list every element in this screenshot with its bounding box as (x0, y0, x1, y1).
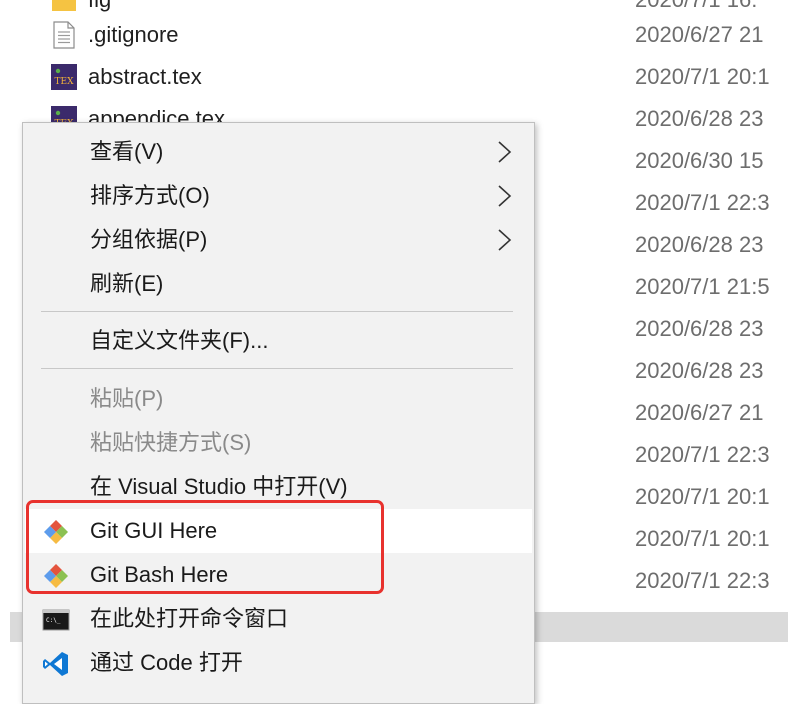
menu-item-group-by[interactable]: 分组依据(P) (25, 218, 532, 262)
menu-item-label: 分组依据(P) (90, 227, 208, 252)
menu-item-paste[interactable]: 粘贴(P) (25, 377, 532, 421)
file-date: 2020/6/28 23 (635, 232, 764, 257)
menu-item-customize-folder[interactable]: 自定义文件夹(F)... (25, 319, 532, 363)
menu-item-label: 刷新(E) (90, 271, 164, 296)
file-date: 2020/7/1 22:3 (635, 190, 770, 215)
text-file-icon (53, 21, 75, 49)
file-date: 2020/7/1 22:3 (635, 568, 770, 593)
menu-item-refresh[interactable]: 刷新(E) (25, 262, 532, 306)
menu-separator (41, 368, 513, 369)
menu-separator (41, 311, 513, 312)
chevron-right-icon (498, 141, 512, 163)
file-date: 2020/7/1 20:1 (635, 526, 770, 551)
svg-text:C:\_: C:\_ (46, 617, 61, 624)
vscode-icon (43, 652, 68, 676)
menu-item-paste-shortcut[interactable]: 粘贴快捷方式(S) (25, 421, 532, 465)
file-name: .gitignore (88, 22, 179, 47)
red-annotation-box (26, 500, 384, 594)
menu-item-label: 查看(V) (90, 139, 164, 164)
file-row-abstract-tex[interactable]: TEX abstract.tex 2020/7/1 20:1 (0, 56, 788, 98)
menu-item-label: 粘贴快捷方式(S) (90, 430, 252, 455)
file-date: 2020/7/1 20:1 (635, 64, 770, 89)
file-date: 2020/7/1 20:1 (635, 484, 770, 509)
file-date: 2020/6/30 15 (635, 148, 764, 173)
file-date: 2020/6/28 23 (635, 106, 764, 131)
file-date: 2020/6/27 21 (635, 400, 764, 425)
file-row-gitignore[interactable]: .gitignore 2020/6/27 21 (0, 14, 788, 56)
file-date: 2020/7/1 21:5 (635, 274, 770, 299)
menu-item-label: 排序方式(O) (90, 183, 210, 208)
menu-item-open-command-window[interactable]: C:\_ 在此处打开命令窗口 (25, 597, 532, 641)
file-date: 2020/6/27 21 (635, 22, 764, 47)
file-date: 2020/6/28 23 (635, 316, 764, 341)
menu-item-label: 自定义文件夹(F)... (90, 328, 269, 353)
file-date: 2020/7/1 22:3 (635, 442, 770, 467)
menu-item-open-with-code[interactable]: 通过 Code 打开 (25, 641, 532, 685)
chevron-right-icon (498, 185, 512, 207)
file-name: abstract.tex (88, 64, 202, 89)
context-menu: 查看(V) 排序方式(O) 分组依据(P) 刷新(E) 自定义文件夹(F)...… (22, 122, 535, 704)
svg-text:TEX: TEX (55, 77, 75, 87)
menu-item-label: 在此处打开命令窗口 (90, 606, 289, 631)
file-date: 2020/6/28 23 (635, 358, 764, 383)
menu-item-label: 粘贴(P) (90, 386, 164, 411)
menu-item-sort-by[interactable]: 排序方式(O) (25, 174, 532, 218)
cmd-icon: C:\_ (42, 609, 70, 631)
menu-item-view[interactable]: 查看(V) (25, 130, 532, 174)
folder-icon (52, 0, 76, 11)
menu-item-label: 通过 Code 打开 (90, 650, 243, 675)
chevron-right-icon (498, 229, 512, 251)
tex-file-icon: TEX (51, 64, 77, 90)
